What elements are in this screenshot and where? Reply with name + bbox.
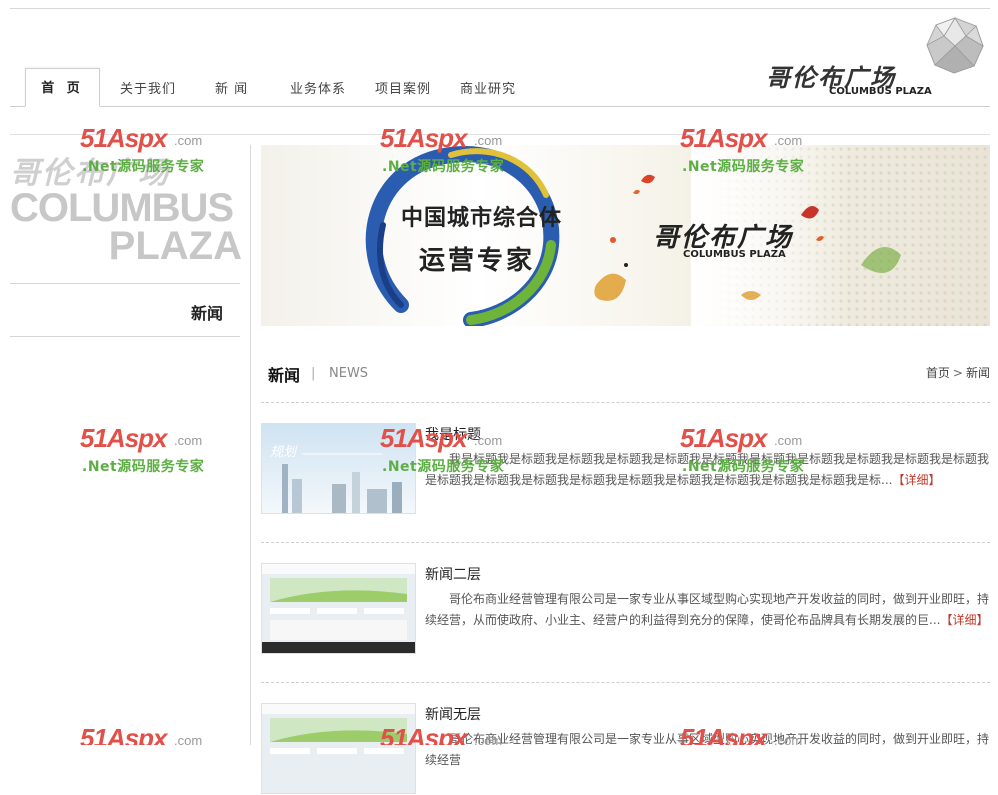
watermark-logo: 51Aspx .com .Net源码服务专家	[680, 123, 820, 179]
news-summary-text: 哥伦布商业经营管理有限公司是一家专业从事区域型购心实现地产开发收益的同时，做到开…	[425, 592, 990, 627]
diamond-logo-icon	[926, 17, 984, 74]
watermark-logo: 51Aspx .com	[380, 723, 520, 745]
svg-text:规划: 规划	[270, 445, 298, 460]
watermark-brand: 51Aspx	[680, 723, 767, 745]
sidebar-brand-en2: PLAZA	[108, 224, 242, 268]
watermark-domain: .com	[474, 133, 503, 148]
news-divider	[261, 682, 990, 683]
hero-banner: 中国城市综合体 运营专家 哥伦布广场 COLUMBUS PLAZA	[261, 145, 990, 326]
watermark-brand: 51Aspx	[380, 123, 467, 153]
banner-slogan-line1: 中国城市综合体	[401, 205, 563, 231]
watermark-brand: 51Aspx	[680, 123, 767, 153]
watermark-brand: 51Aspx	[380, 723, 467, 745]
news-summary: 哥伦布商业经营管理有限公司是一家专业从事区域型购心实现地产开发收益的同时，做到开…	[425, 589, 990, 631]
website-preview-thumbnail	[262, 564, 415, 653]
watermark-logo: 51Aspx .com .Net源码服务专家	[380, 123, 520, 179]
watermark-logo: 51Aspx .com	[680, 723, 820, 745]
watermark-domain: .com	[474, 433, 503, 448]
news-divider	[261, 542, 990, 543]
section-title: 新闻	[268, 366, 301, 385]
watermark-domain: .com	[174, 433, 203, 448]
news-title-link[interactable]: 新闻无层	[425, 704, 481, 724]
watermark-tagline: .Net源码服务专家	[682, 159, 805, 175]
news-divider	[261, 402, 990, 403]
news-title-link[interactable]: 新闻二层	[425, 564, 481, 584]
breadcrumb-current[interactable]: 新闻	[966, 366, 990, 380]
nav-tab-research[interactable]: 商业研究	[460, 78, 516, 97]
read-more-link[interactable]: 【详细】	[892, 473, 940, 487]
nav-tab-projects[interactable]: 项目案例	[375, 78, 431, 97]
breadcrumb-home-link[interactable]: 首页	[926, 366, 950, 380]
top-divider	[10, 8, 990, 9]
sidebar-divider-top	[10, 283, 240, 284]
news-thumbnail[interactable]	[261, 703, 416, 794]
watermark-tagline: .Net源码服务专家	[82, 159, 205, 175]
watermark-brand: 51Aspx	[380, 423, 467, 453]
watermark-logo: 51Aspx .com .Net源码服务专家	[380, 423, 520, 479]
news-list-item: 规划 我是标题 我是标题我是标题我是标题我是标题我是标题我是标题我是标题我是标题…	[261, 423, 990, 515]
read-more-link[interactable]: 【详细】	[940, 613, 988, 627]
nav-tab-news[interactable]: 新 闻	[215, 78, 248, 97]
watermark-brand: 51Aspx	[80, 423, 167, 453]
watermark-domain: .com	[774, 433, 803, 448]
watermark-domain: .com	[174, 133, 203, 148]
watermark-tagline: .Net源码服务专家	[82, 459, 205, 475]
watermark-logo: 51Aspx .com	[80, 723, 220, 745]
website-preview-thumbnail	[262, 704, 415, 793]
watermark-tagline: .Net源码服务专家	[382, 459, 505, 475]
watermark-brand: 51Aspx	[680, 423, 767, 453]
watermark-domain: .com	[474, 733, 503, 745]
watermark-domain: .com	[774, 733, 803, 745]
nav-tab-home[interactable]: 首 页	[25, 68, 100, 107]
main-nav: 首 页 关于我们 新 闻 业务体系 项目案例 商业研究	[10, 68, 990, 107]
banner-slogan-line2: 运营专家	[419, 246, 536, 276]
news-thumbnail[interactable]	[261, 563, 416, 654]
sidebar-title[interactable]: 新闻	[10, 300, 223, 324]
watermark-brand: 51Aspx	[80, 123, 167, 153]
watermark-domain: .com	[174, 733, 203, 745]
watermark-domain: .com	[774, 133, 803, 148]
column-divider	[250, 145, 251, 745]
breadcrumb-separator: >	[952, 366, 963, 380]
news-list-item: 新闻二层 哥伦布商业经营管理有限公司是一家专业从事区域型购心实现地产开发收益的同…	[261, 563, 990, 655]
watermark-brand: 51Aspx	[80, 723, 167, 745]
watermark-tagline: .Net源码服务专家	[682, 459, 805, 475]
nav-tab-about[interactable]: 关于我们	[120, 78, 176, 97]
sidebar-divider-bottom	[10, 336, 240, 337]
watermark-tagline: .Net源码服务专家	[382, 159, 505, 175]
breadcrumb: 首页 > 新闻	[926, 364, 990, 381]
banner-brand-en: COLUMBUS PLAZA	[683, 249, 786, 260]
news-list-item: 新闻无层 哥伦布商业经营管理有限公司是一家专业从事区域型购心实现地产开发收益的同…	[261, 703, 990, 795]
watermark-logo: 51Aspx .com .Net源码服务专家	[680, 423, 820, 479]
nav-tab-business[interactable]: 业务体系	[290, 78, 346, 97]
watermark-logo: 51Aspx .com .Net源码服务专家	[80, 123, 220, 179]
watermark-logo: 51Aspx .com .Net源码服务专家	[80, 423, 220, 479]
section-title-en: NEWS	[329, 366, 369, 381]
section-title-separator: |	[311, 366, 316, 381]
